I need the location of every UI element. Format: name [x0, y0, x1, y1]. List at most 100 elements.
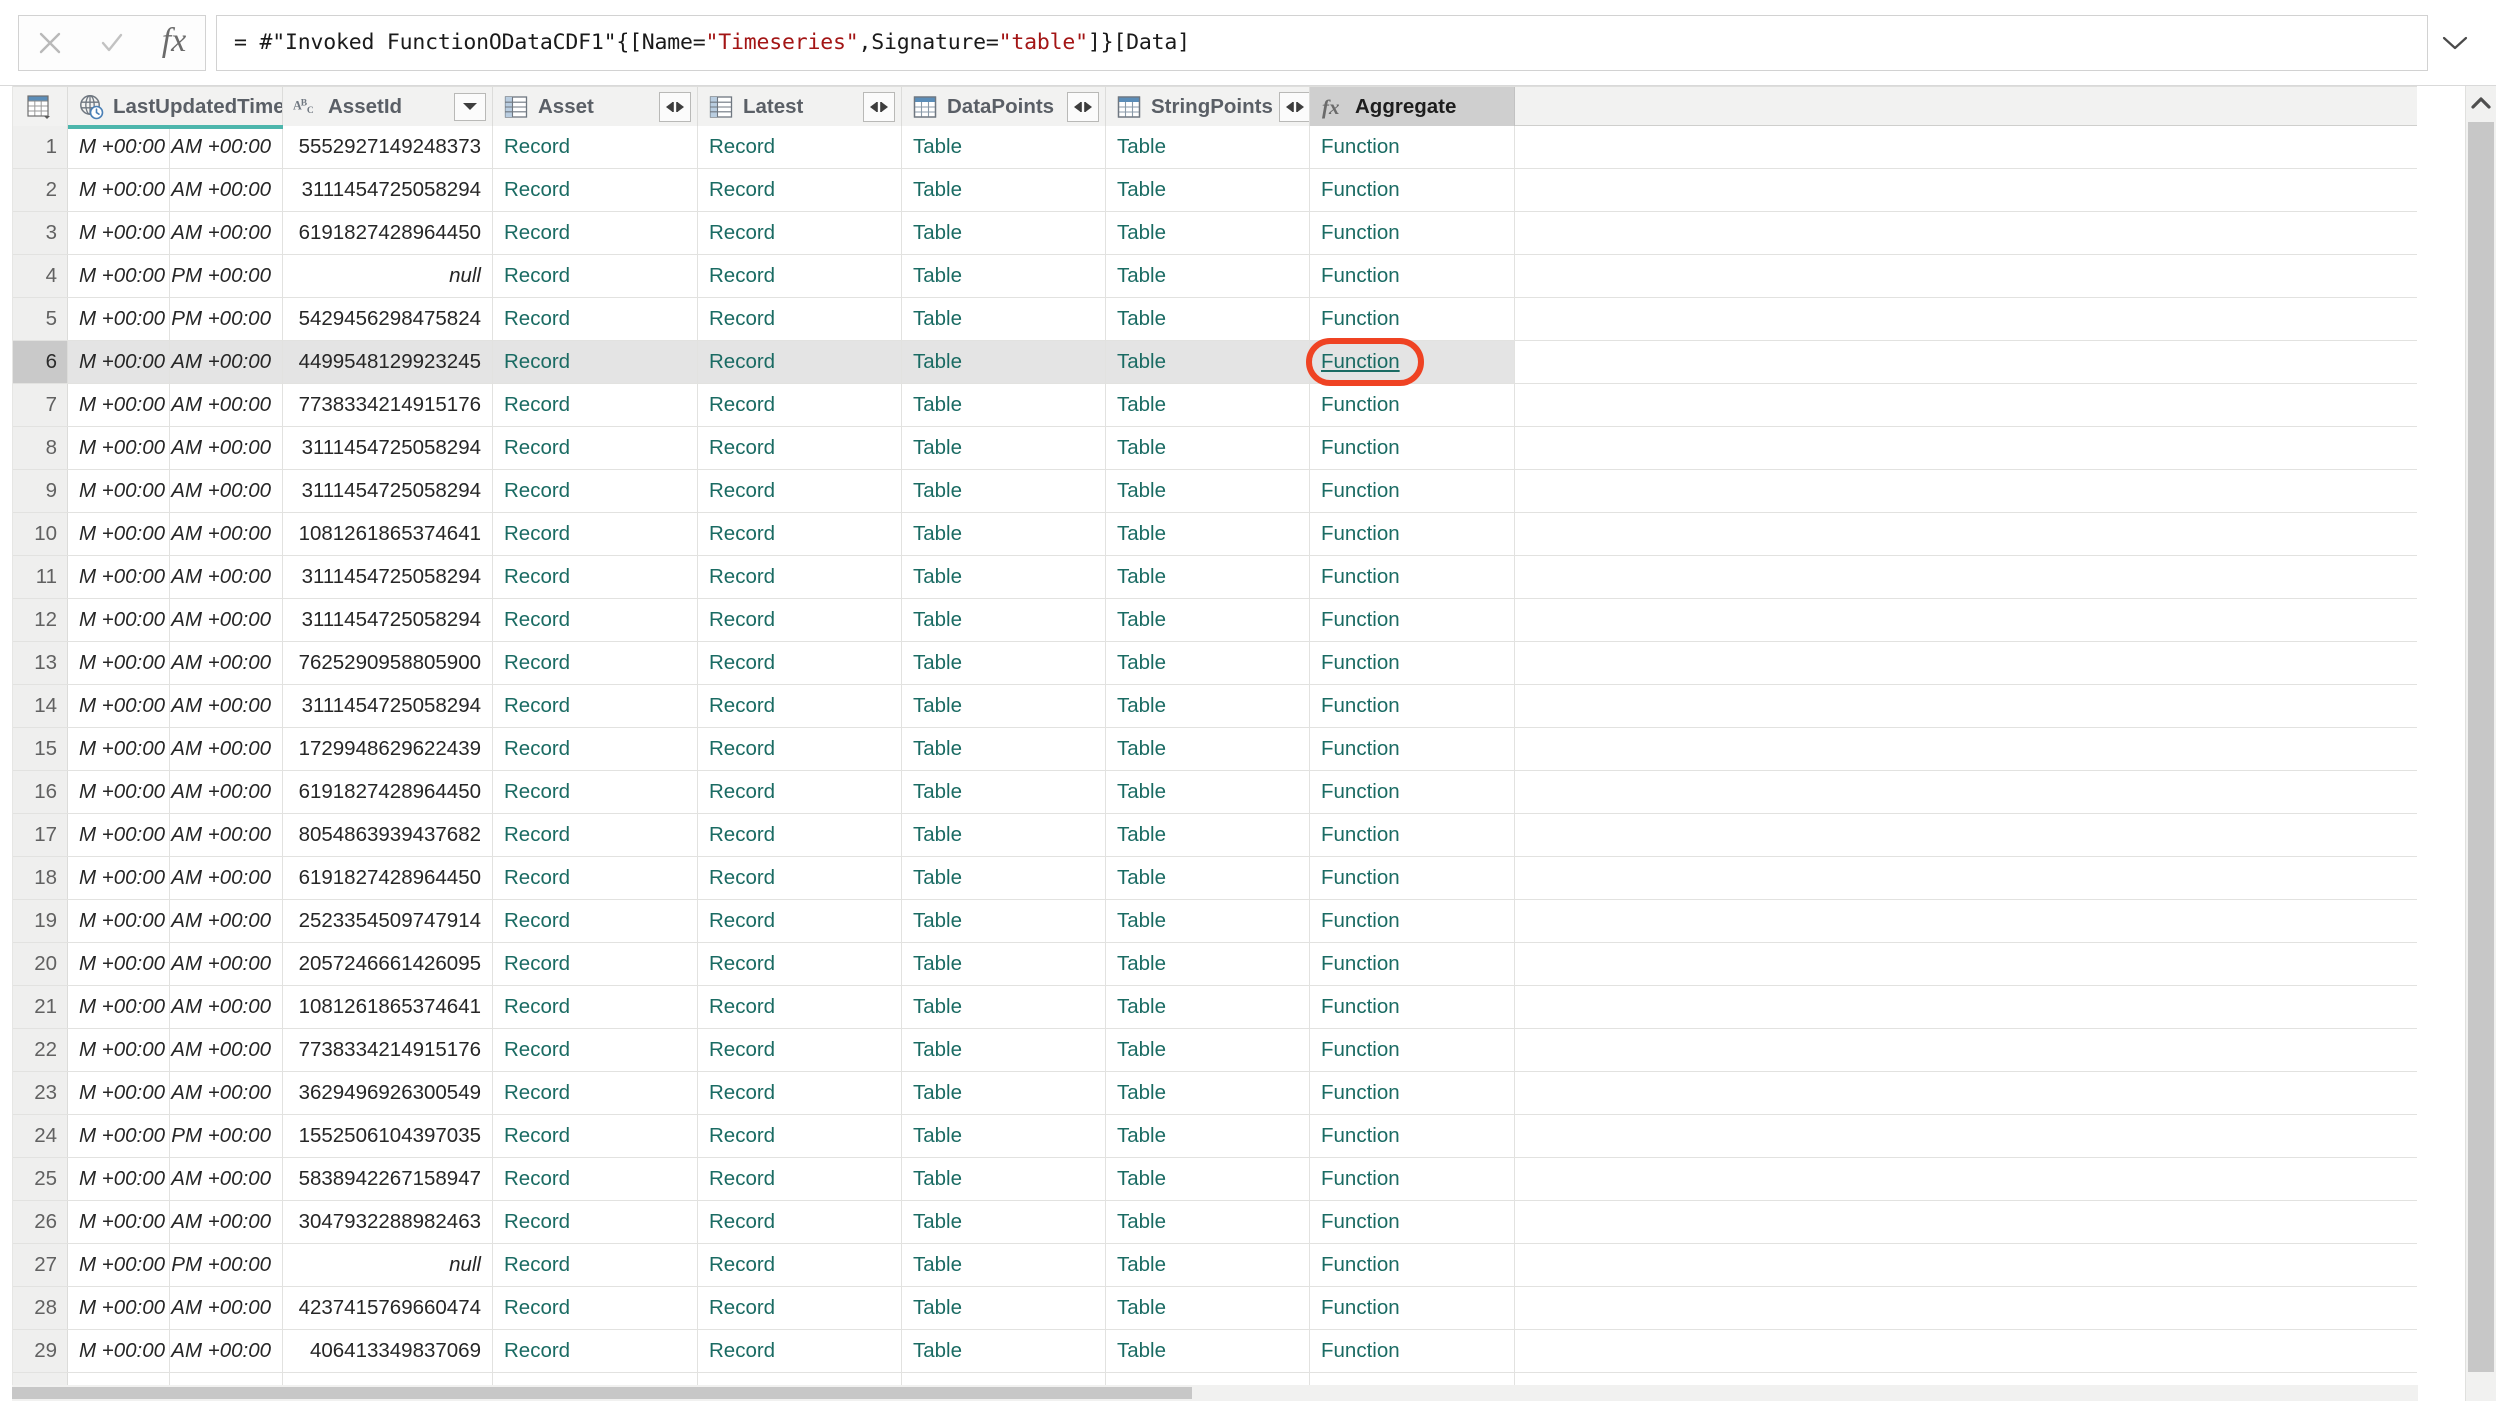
- row-number[interactable]: 8: [12, 427, 68, 469]
- cell-latest-record-link[interactable]: Record: [698, 384, 902, 426]
- cell-asset-record-link[interactable]: Record: [493, 427, 698, 469]
- table-link[interactable]: Table: [913, 350, 962, 374]
- record-link[interactable]: Record: [504, 694, 570, 718]
- record-link[interactable]: Record: [709, 565, 775, 589]
- function-link[interactable]: Function: [1321, 737, 1400, 761]
- table-link[interactable]: Table: [913, 135, 962, 159]
- cell-stringpoints-table-link[interactable]: Table: [1106, 685, 1310, 727]
- record-link[interactable]: Record: [504, 1339, 570, 1363]
- cell-latest-record-link[interactable]: Record: [698, 857, 902, 899]
- table-row[interactable]: 8M +00:003/15/2023 11:42:57 AM +00:00311…: [12, 427, 2418, 470]
- table-link[interactable]: Table: [913, 393, 962, 417]
- formula-input[interactable]: = #"Invoked FunctionODataCDF1"{[Name="Ti…: [216, 14, 2428, 71]
- column-expand-button-datapoints[interactable]: [1067, 91, 1099, 122]
- cell-aggregate-function-link[interactable]: Function: [1310, 1330, 1515, 1372]
- row-number[interactable]: 18: [12, 857, 68, 899]
- table-link[interactable]: Table: [1117, 264, 1166, 288]
- table-link[interactable]: Table: [1117, 393, 1166, 417]
- table-link[interactable]: Table: [1117, 866, 1166, 890]
- cell-datapoints-table-link[interactable]: Table: [902, 341, 1106, 383]
- column-header-latest[interactable]: Latest: [698, 87, 902, 126]
- table-link[interactable]: Table: [1117, 1081, 1166, 1105]
- record-link[interactable]: Record: [709, 1038, 775, 1062]
- row-number[interactable]: 10: [12, 513, 68, 555]
- record-link[interactable]: Record: [709, 952, 775, 976]
- row-number[interactable]: 20: [12, 943, 68, 985]
- column-expand-button-stringpoints[interactable]: [1278, 91, 1309, 122]
- record-link[interactable]: Record: [709, 1167, 775, 1191]
- function-link[interactable]: Function: [1321, 393, 1400, 417]
- table-link[interactable]: Table: [1117, 1167, 1166, 1191]
- table-row[interactable]: 23M +00:003/15/2023 11:42:57 AM +00:0036…: [12, 1072, 2418, 1115]
- cell-latest-record-link[interactable]: Record: [698, 771, 902, 813]
- cell-asset-record-link[interactable]: Record: [493, 126, 698, 168]
- record-link[interactable]: Record: [504, 1296, 570, 1320]
- cell-asset-record-link[interactable]: Record: [493, 1287, 698, 1329]
- table-link[interactable]: Table: [1117, 909, 1166, 933]
- table-link[interactable]: Table: [1117, 135, 1166, 159]
- table-link[interactable]: Table: [913, 479, 962, 503]
- table-link[interactable]: Table: [913, 1081, 962, 1105]
- row-number[interactable]: 17: [12, 814, 68, 856]
- table-row[interactable]: 4M +00:007/12/2024 9:48:46 PM +00:00null…: [12, 255, 2418, 298]
- cell-datapoints-table-link[interactable]: Table: [902, 857, 1106, 899]
- table-link[interactable]: Table: [913, 522, 962, 546]
- cell-stringpoints-table-link[interactable]: Table: [1106, 341, 1310, 383]
- cell-asset-record-link[interactable]: Record: [493, 341, 698, 383]
- table-row[interactable]: 14M +00:003/15/2023 11:42:57 AM +00:0031…: [12, 685, 2418, 728]
- record-link[interactable]: Record: [709, 737, 775, 761]
- cell-aggregate-function-link[interactable]: Function: [1310, 771, 1515, 813]
- table-row[interactable]: 18M +00:003/15/2023 11:42:57 AM +00:0061…: [12, 857, 2418, 900]
- table-link[interactable]: Table: [1117, 1210, 1166, 1234]
- cell-aggregate-function-link[interactable]: Function: [1310, 384, 1515, 426]
- function-link[interactable]: Function: [1321, 1253, 1400, 1277]
- cell-aggregate-function-link[interactable]: Function: [1310, 126, 1515, 168]
- fx-icon[interactable]: fx: [143, 16, 205, 70]
- cell-asset-record-link[interactable]: Record: [493, 169, 698, 211]
- function-link[interactable]: Function: [1321, 522, 1400, 546]
- function-link[interactable]: Function: [1321, 694, 1400, 718]
- table-link[interactable]: Table: [913, 1296, 962, 1320]
- cell-asset-record-link[interactable]: Record: [493, 814, 698, 856]
- record-link[interactable]: Record: [504, 866, 570, 890]
- cell-aggregate-function-link[interactable]: Function: [1310, 212, 1515, 254]
- record-link[interactable]: Record: [709, 823, 775, 847]
- cell-latest-record-link[interactable]: Record: [698, 427, 902, 469]
- cell-latest-record-link[interactable]: Record: [698, 1244, 902, 1286]
- table-link[interactable]: Table: [913, 1253, 962, 1277]
- record-link[interactable]: Record: [504, 479, 570, 503]
- cell-asset-record-link[interactable]: Record: [493, 255, 698, 297]
- cell-stringpoints-table-link[interactable]: Table: [1106, 470, 1310, 512]
- cell-stringpoints-table-link[interactable]: Table: [1106, 1029, 1310, 1071]
- function-link[interactable]: Function: [1321, 1339, 1400, 1363]
- cell-stringpoints-table-link[interactable]: Table: [1106, 771, 1310, 813]
- cell-latest-record-link[interactable]: Record: [698, 986, 902, 1028]
- record-link[interactable]: Record: [504, 1167, 570, 1191]
- cell-asset-record-link[interactable]: Record: [493, 728, 698, 770]
- table-link[interactable]: Table: [913, 608, 962, 632]
- cell-aggregate-function-link[interactable]: Function: [1310, 341, 1515, 383]
- table-link[interactable]: Table: [913, 1124, 962, 1148]
- cell-asset-record-link[interactable]: Record: [493, 513, 698, 555]
- record-link[interactable]: Record: [504, 780, 570, 804]
- record-link[interactable]: Record: [504, 1210, 570, 1234]
- table-row[interactable]: 21M +00:003/15/2023 11:42:57 AM +00:0010…: [12, 986, 2418, 1029]
- function-link[interactable]: Function: [1321, 1296, 1400, 1320]
- cell-latest-record-link[interactable]: Record: [698, 1287, 902, 1329]
- cell-datapoints-table-link[interactable]: Table: [902, 685, 1106, 727]
- record-link[interactable]: Record: [504, 565, 570, 589]
- table-link[interactable]: Table: [913, 1210, 962, 1234]
- cell-aggregate-function-link[interactable]: Function: [1310, 470, 1515, 512]
- cell-aggregate-function-link[interactable]: Function: [1310, 857, 1515, 899]
- table-link[interactable]: Table: [913, 780, 962, 804]
- cell-asset-record-link[interactable]: Record: [493, 1201, 698, 1243]
- cell-aggregate-function-link[interactable]: Function: [1310, 298, 1515, 340]
- row-number[interactable]: 26: [12, 1201, 68, 1243]
- function-link[interactable]: Function: [1321, 178, 1400, 202]
- cell-datapoints-table-link[interactable]: Table: [902, 427, 1106, 469]
- record-link[interactable]: Record: [709, 651, 775, 675]
- cell-aggregate-function-link[interactable]: Function: [1310, 1201, 1515, 1243]
- function-link[interactable]: Function: [1321, 264, 1400, 288]
- cell-aggregate-function-link[interactable]: Function: [1310, 1115, 1515, 1157]
- cell-asset-record-link[interactable]: Record: [493, 1244, 698, 1286]
